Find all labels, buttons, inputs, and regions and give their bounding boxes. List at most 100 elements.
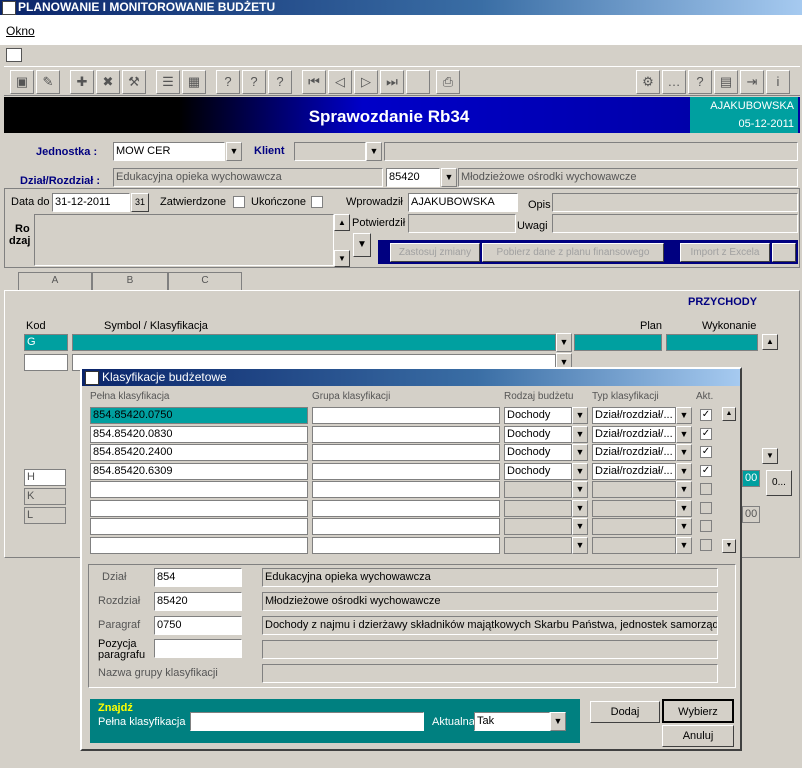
find-aktualna-select[interactable]: Tak [474,712,550,731]
find-aktualna-dropdown[interactable]: ▼ [550,712,566,731]
dialog-scroll-down[interactable]: ▼ [722,539,736,553]
list-view-icon[interactable]: ☰ [156,70,180,94]
exit-icon[interactable]: ⇥ [740,70,764,94]
row-pelna-klasyfikacja[interactable]: 854.85420.2400 [90,444,308,461]
rodzaj-dropdown[interactable]: ▼ [572,481,588,498]
ukonczone-checkbox[interactable] [311,196,323,208]
blank-icon[interactable] [406,70,430,94]
row-typ-klasyfikacji[interactable] [592,518,676,535]
zastosuj-zmiany-button[interactable]: Zastosuj zmiany [390,243,480,262]
rozdzial-code-field[interactable]: 85420 [386,168,440,187]
row-rodzaj-budzetu[interactable]: Dochody [504,407,572,424]
dialog-scroll-up[interactable]: ▲ [722,407,736,421]
jednostka-dropdown[interactable]: ▼ [226,142,242,161]
row-rodzaj-budzetu[interactable]: Dochody [504,425,572,443]
last-record-icon[interactable]: ⏭ [380,70,404,94]
calculator-icon[interactable]: ▤ [714,70,738,94]
kod-cell[interactable]: G [24,334,68,351]
row-grupa-klasyfikacji[interactable] [312,462,500,480]
rodzaj-dropdown[interactable]: ▼ [572,425,588,443]
search-icon[interactable]: ? [216,70,240,94]
row-grupa-klasyfikacji[interactable] [312,407,500,424]
row-pelna-klasyfikacja[interactable]: 854.85420.0830 [90,425,308,443]
row-rodzaj-budzetu[interactable]: Dochody [504,444,572,461]
row-grupa-klasyfikacji[interactable] [312,444,500,461]
row-aktywna-checkbox[interactable]: ✓ [700,409,712,421]
info-icon[interactable]: i [766,70,790,94]
row-aktywna-checkbox[interactable]: ✓ [700,464,712,477]
settings-icon[interactable]: ⚙ [636,70,660,94]
row-typ-klasyfikacji[interactable] [592,481,676,498]
menu-okno[interactable]: Okno [6,24,35,38]
data-do-field[interactable]: 31-12-2011 [52,193,130,212]
rodzaj-dropdown[interactable]: ▼ [572,444,588,461]
row-typ-klasyfikacji[interactable]: Dział/rozdział/... [592,462,676,480]
calendar-icon[interactable]: 31 [131,193,149,212]
detail-paragraf-field[interactable]: 0750 [154,616,242,635]
row-rodzaj-budzetu[interactable]: Dochody [504,462,572,480]
rodzaj-dropdown[interactable]: ▼ [572,499,588,517]
print-icon[interactable]: ⎙ [436,70,460,94]
row-pelna-klasyfikacja[interactable] [90,536,308,554]
row-rodzaj-budzetu[interactable] [504,518,572,535]
action-extra-button[interactable] [772,243,796,262]
rodzaj-dropdown[interactable]: ▼ [572,407,588,424]
row-rodzaj-budzetu[interactable] [504,536,572,554]
next-record-icon[interactable]: ▷ [354,70,378,94]
row-pelna-klasyfikacja[interactable] [90,499,308,517]
row-grupa-klasyfikacji[interactable] [312,536,500,554]
row-typ-klasyfikacji[interactable] [592,536,676,554]
rodzaj-scroll-down[interactable]: ▼ [334,250,350,267]
typ-dropdown[interactable]: ▼ [676,481,692,498]
add-record-icon[interactable]: ✚ [70,70,94,94]
kod-cell[interactable] [24,354,68,371]
row-typ-klasyfikacji[interactable]: Dział/rozdział/... [592,425,676,443]
first-record-icon[interactable]: ⏮ [302,70,326,94]
tab-c[interactable]: C [168,272,242,290]
save-icon[interactable]: ▣ [10,70,34,94]
jednostka-field[interactable]: MOW CER [113,142,225,161]
typ-dropdown[interactable]: ▼ [676,407,692,424]
row-pelna-klasyfikacja[interactable] [90,481,308,498]
rodzaj-scroll-up[interactable]: ▲ [334,214,350,231]
detail-pozycja-field[interactable] [154,639,242,658]
tool-icon[interactable]: ⚒ [122,70,146,94]
plan-cell[interactable] [574,334,662,351]
uwagi-field[interactable] [552,214,798,233]
grid-view-icon[interactable]: ▦ [182,70,206,94]
rodzaj-dropdown[interactable]: ▼ [572,518,588,535]
rodzaj-dropdown[interactable]: ▼ [572,536,588,554]
typ-dropdown[interactable]: ▼ [676,425,692,443]
row-aktywna-checkbox[interactable] [700,538,712,551]
rodzaj-dropdown[interactable]: ▼ [572,462,588,480]
kod-cell-h[interactable]: H [24,469,66,486]
klient-field[interactable] [294,142,366,161]
detail-rozdzial-field[interactable]: 85420 [154,592,242,611]
wprowadzil-field[interactable]: AJAKUBOWSKA [408,193,518,212]
rodzaj-dropdown[interactable]: ▼ [353,233,371,257]
row-aktywna-checkbox[interactable] [700,520,712,532]
row-typ-klasyfikacji[interactable] [592,499,676,517]
search-clear-icon[interactable]: ? [268,70,292,94]
pobierz-dane-button[interactable]: Pobierz dane z planu finansowego [482,243,664,262]
help-icon[interactable]: ? [688,70,712,94]
row-pelna-klasyfikacja[interactable] [90,518,308,535]
more-button[interactable]: 0... [766,470,792,496]
import-excel-button[interactable]: Import z Excela [680,243,770,262]
klient-dropdown[interactable]: ▼ [366,142,382,161]
row-rodzaj-budzetu[interactable] [504,481,572,498]
find-pelna-input[interactable] [190,712,424,731]
typ-dropdown[interactable]: ▼ [676,518,692,535]
grid-scroll-down[interactable]: ▼ [762,448,778,464]
row-aktywna-checkbox[interactable]: ✓ [700,427,712,440]
typ-dropdown[interactable]: ▼ [676,536,692,554]
symbol-cell[interactable] [72,334,556,351]
document-icon[interactable] [6,48,22,62]
row-grupa-klasyfikacji[interactable] [312,518,500,535]
delete-record-icon[interactable]: ✖ [96,70,120,94]
row-rodzaj-budzetu[interactable] [504,499,572,517]
typ-dropdown[interactable]: ▼ [676,462,692,480]
typ-dropdown[interactable]: ▼ [676,499,692,517]
rodzaj-field[interactable] [34,214,334,266]
dodaj-button[interactable]: Dodaj [590,701,660,723]
